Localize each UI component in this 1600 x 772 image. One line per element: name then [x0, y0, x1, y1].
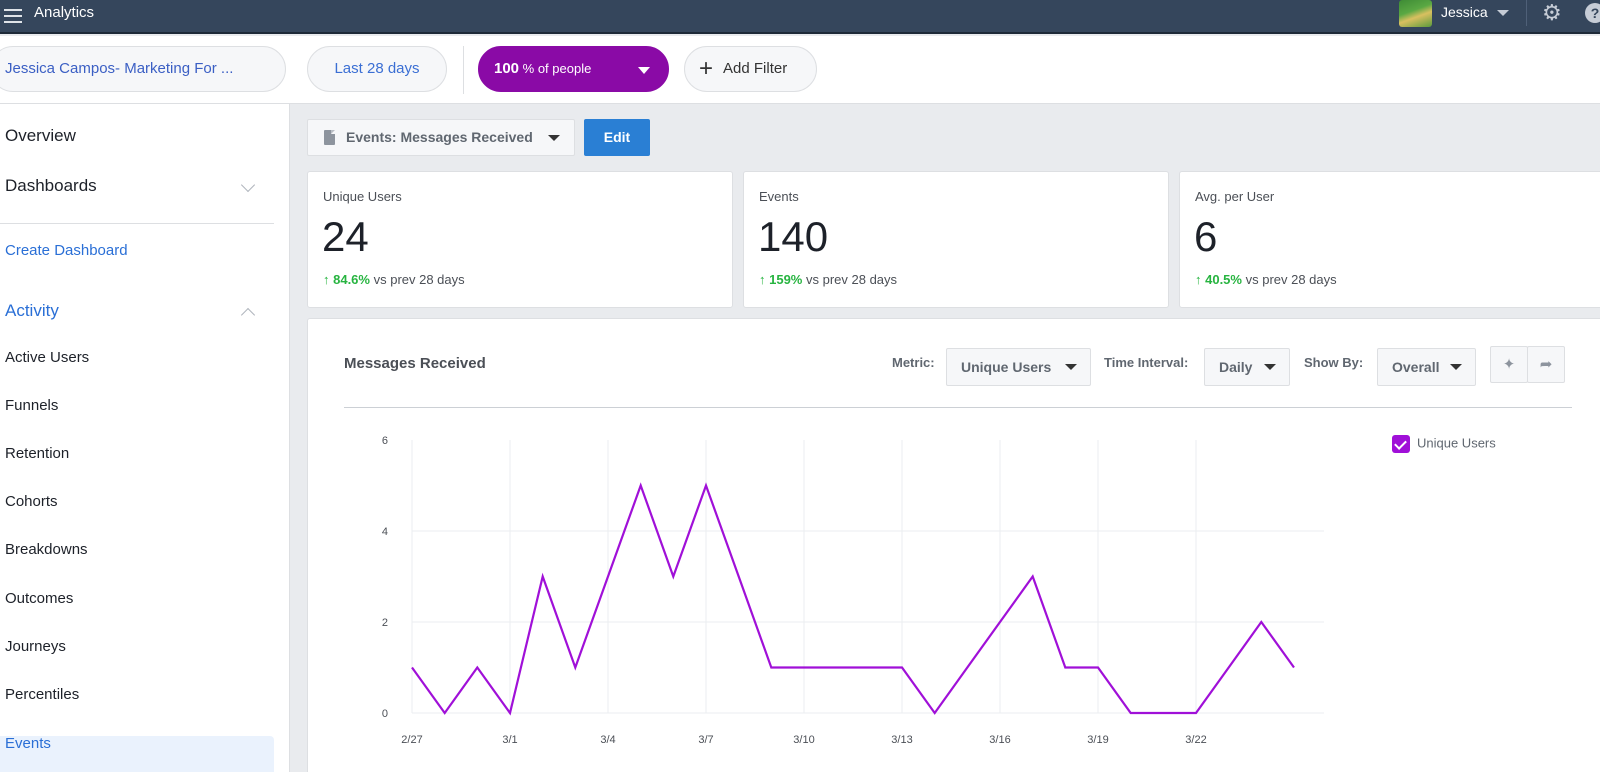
gear-icon[interactable]: ⚙: [1542, 1, 1562, 25]
metric-card-events: Events 140 ↑ 159% vs prev 28 days: [743, 171, 1169, 308]
add-filter-button[interactable]: + Add Filter: [684, 46, 817, 92]
add-filter-label: Add Filter: [723, 60, 788, 77]
metric-value: 140: [758, 213, 829, 260]
date-range-button[interactable]: Last 28 days: [307, 46, 447, 92]
sidebar-item-breakdowns[interactable]: Breakdowns: [5, 541, 88, 558]
divider: [0, 223, 274, 224]
delta-percent: ↑ 40.5%: [1195, 272, 1242, 287]
x-tick-label: 3/13: [891, 734, 912, 746]
y-tick-label: 2: [382, 617, 388, 629]
y-tick-label: 0: [382, 708, 388, 720]
edit-button[interactable]: Edit: [584, 119, 650, 156]
sidebar-item-funnels[interactable]: Funnels: [5, 397, 58, 414]
help-icon[interactable]: ?: [1585, 3, 1600, 23]
people-percentage-label: % of people: [519, 61, 592, 76]
filter-bar: Jessica Campos- Marketing For ... Last 2…: [0, 36, 1600, 104]
x-tick-label: 3/19: [1087, 734, 1108, 746]
line-chart: 0 2 4 6 2/27 3/1 3/4 3/7 3/10 3/13 3/16 3/19 3/22: [382, 435, 1324, 746]
metric-delta: ↑ 40.5% vs prev 28 days: [1195, 272, 1337, 287]
sidebar-section-activity[interactable]: Activity: [5, 301, 59, 321]
document-icon: [324, 130, 335, 145]
sidebar: Overview Dashboards Create Dashboard Act…: [0, 104, 290, 772]
sidebar-item-retention[interactable]: Retention: [5, 445, 69, 462]
x-tick-label: 3/4: [600, 734, 615, 746]
chevron-down-icon[interactable]: [240, 177, 256, 193]
sidebar-item-outcomes[interactable]: Outcomes: [5, 590, 73, 607]
delta-suffix: vs prev 28 days: [802, 272, 898, 287]
divider: [1526, 0, 1527, 26]
sidebar-item-percentiles[interactable]: Percentiles: [5, 686, 79, 703]
sidebar-item-cohorts[interactable]: Cohorts: [5, 493, 58, 510]
hamburger-menu-icon[interactable]: [4, 5, 22, 25]
avatar[interactable]: [1399, 0, 1432, 27]
x-tick-label: 3/7: [698, 734, 713, 746]
chevron-down-icon[interactable]: [1497, 10, 1509, 16]
delta-percent: ↑ 159%: [759, 272, 803, 287]
event-selector-label: Events: Messages Received: [346, 129, 533, 145]
metric-label: Events: [759, 189, 799, 204]
metric-value: 24: [322, 213, 369, 260]
sidebar-item-journeys[interactable]: Journeys: [5, 638, 66, 655]
event-selector-dropdown[interactable]: Events: Messages Received: [307, 119, 575, 156]
caret-down-icon: [638, 67, 650, 74]
caret-down-icon: [548, 135, 560, 141]
metric-card-avg-per-user: Avg. per User 6 ↑ 40.5% vs prev 28 days: [1179, 171, 1600, 308]
app-selector[interactable]: Jessica Campos- Marketing For ...: [0, 46, 286, 92]
y-tick-label: 4: [382, 526, 388, 538]
user-menu[interactable]: Jessica: [1441, 2, 1488, 22]
metric-delta: ↑ 159% vs prev 28 days: [759, 272, 897, 287]
sidebar-item-active-users[interactable]: Active Users: [5, 349, 89, 366]
x-tick-label: 3/10: [793, 734, 814, 746]
chart-panel: Messages Received Metric: Unique Users T…: [307, 318, 1600, 772]
delta-suffix: vs prev 28 days: [1241, 272, 1337, 287]
divider: [463, 46, 464, 94]
x-tick-label: 3/1: [502, 734, 517, 746]
sidebar-item-overview[interactable]: Overview: [5, 126, 76, 146]
plus-icon: +: [699, 55, 714, 82]
chevron-up-icon[interactable]: [240, 307, 256, 323]
sidebar-item-dashboards[interactable]: Dashboards: [5, 176, 97, 196]
x-tick-label: 2/27: [401, 734, 422, 746]
metric-delta: ↑ 84.6% vs prev 28 days: [323, 272, 465, 287]
series-line-unique-users: [411, 482, 1295, 716]
create-dashboard-link[interactable]: Create Dashboard: [5, 242, 128, 259]
x-tick-label: 3/16: [989, 734, 1010, 746]
top-bar: Analytics Jessica ⚙ ?: [0, 0, 1600, 34]
people-percentage-dropdown[interactable]: 100 % of people: [478, 46, 669, 92]
delta-suffix: vs prev 28 days: [369, 272, 465, 287]
app-title: Analytics: [34, 4, 95, 21]
people-percentage-value: 100: [494, 60, 520, 77]
x-tick-label: 3/22: [1185, 734, 1206, 746]
metric-value: 6: [1194, 213, 1218, 260]
delta-percent: ↑ 84.6%: [323, 272, 370, 287]
y-tick-label: 6: [382, 435, 388, 447]
metric-card-unique-users: Unique Users 24 ↑ 84.6% vs prev 28 days: [307, 171, 733, 308]
metric-label: Avg. per User: [1195, 189, 1275, 204]
sidebar-item-events[interactable]: Events: [5, 735, 51, 752]
metric-label: Unique Users: [323, 189, 402, 204]
